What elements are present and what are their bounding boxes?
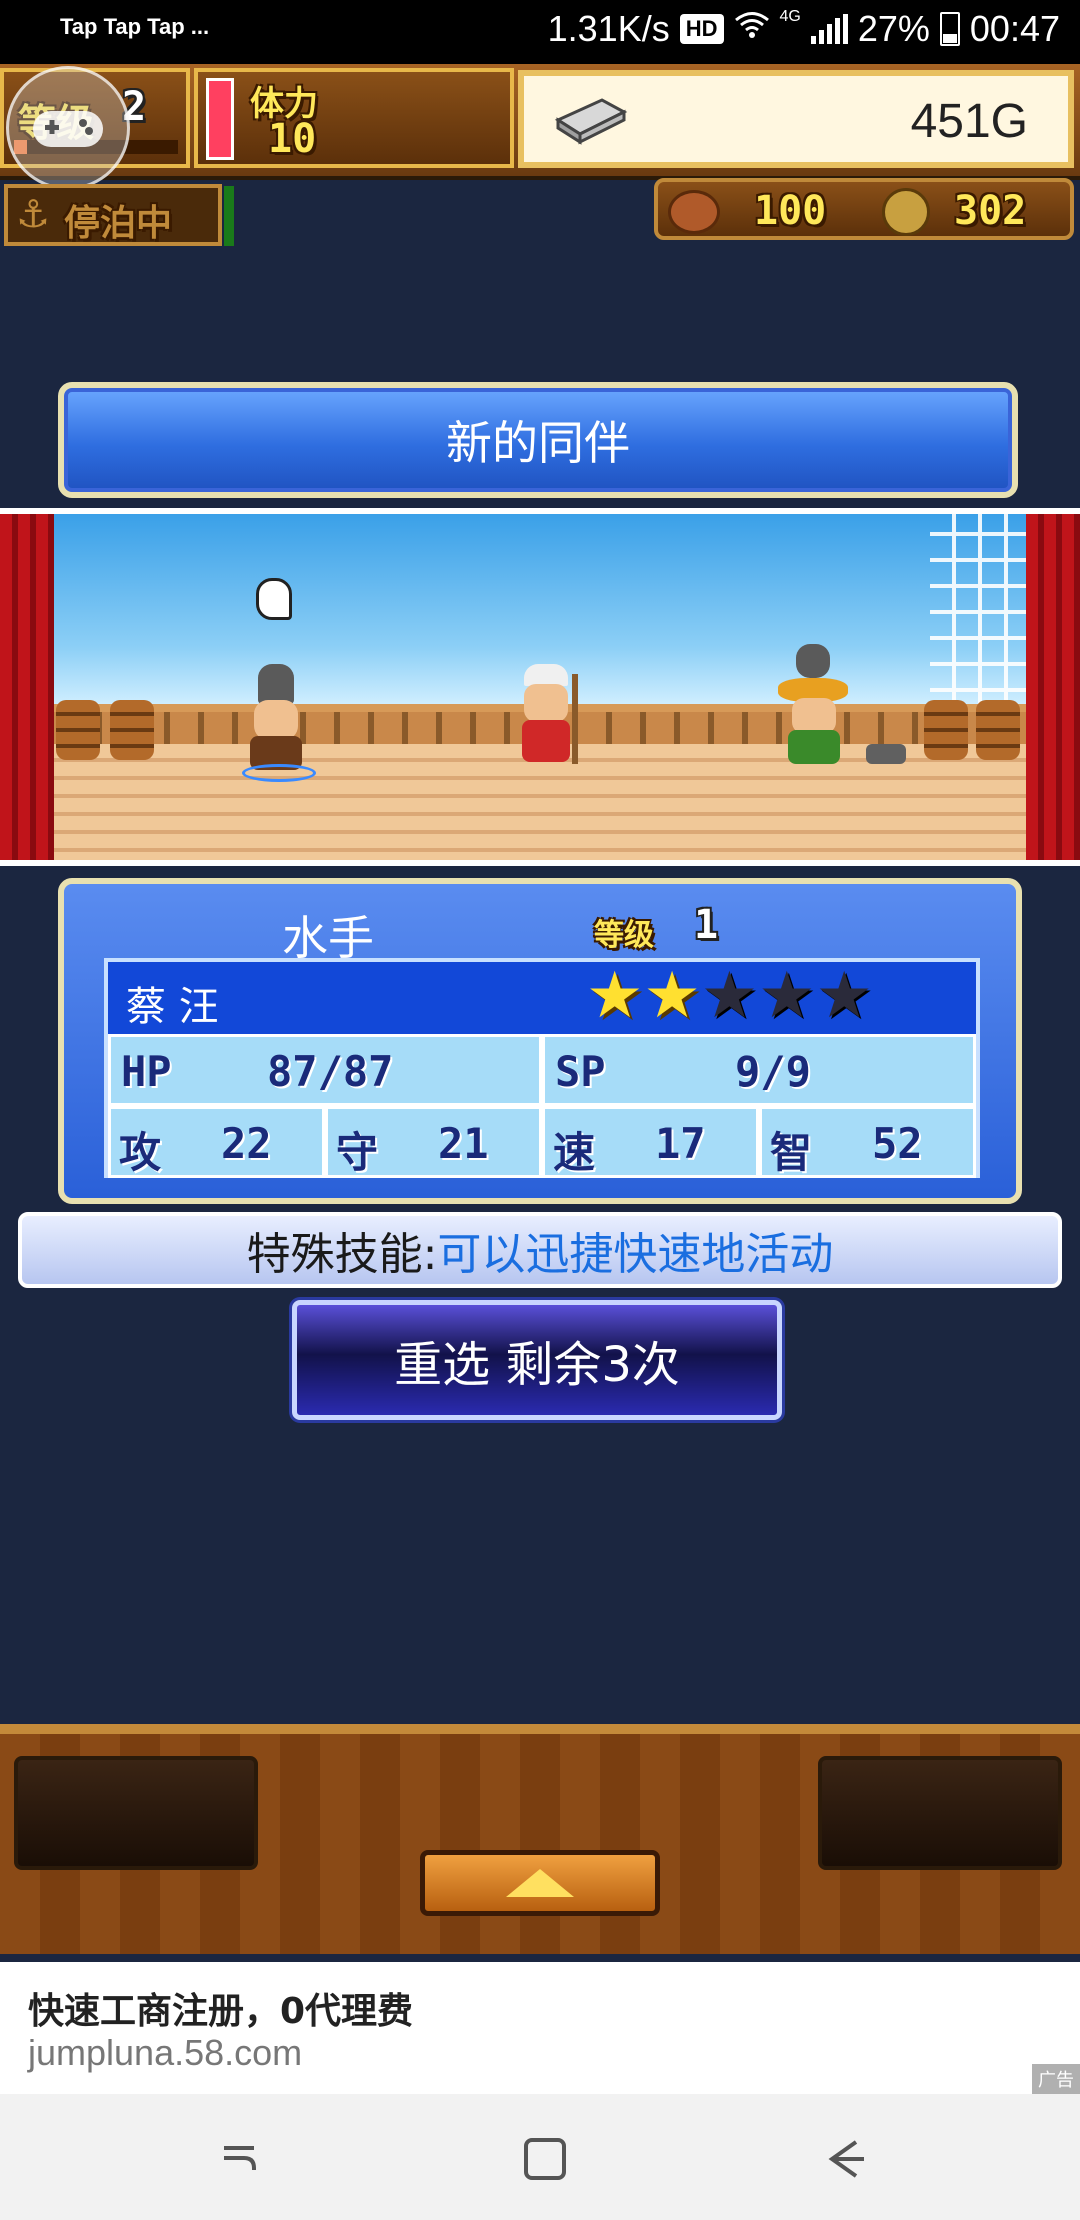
speed-cell: 速 17: [542, 1106, 759, 1178]
battery-icon: [939, 12, 960, 46]
speed-label: 速: [553, 1128, 596, 1177]
expand-menu-button[interactable]: [420, 1850, 660, 1916]
intelligence-label: 智: [770, 1128, 813, 1177]
defense-label: 守: [336, 1128, 379, 1177]
character-stat-grid: 蔡 汪 ★ ★ ★ ★ ★ HP 87/87 SP 9/9 攻 22 守 21 …: [104, 958, 980, 1178]
sailor-character-left: [236, 664, 316, 782]
anchor-status: 停泊中: [64, 203, 173, 244]
ad-url: jumpluna.58.com: [28, 2032, 303, 2073]
attack-label: 攻: [119, 1128, 162, 1177]
skill-label: 特殊技能:: [246, 1229, 438, 1280]
hp-value: 87/87: [267, 1047, 394, 1096]
character-level-label: 等级: [594, 918, 654, 953]
stamina-value: 10: [268, 116, 317, 162]
ad-title: 快速工商注册，0代理费: [28, 1991, 414, 2032]
hp-cell: HP 87/87: [108, 1034, 542, 1106]
gamepad-icon: [33, 111, 103, 147]
coin-icon: [882, 188, 930, 236]
hp-label: HP: [121, 1047, 172, 1096]
stamina-gauge: [206, 78, 234, 160]
skill-value: 可以迅捷快速地活动: [437, 1229, 834, 1280]
sp-value: 9/9: [735, 1047, 811, 1096]
battery-percent: 27%: [857, 8, 930, 49]
ad-banner[interactable]: 快速工商注册，0代理费 jumpluna.58.com 广告: [0, 1962, 1080, 2094]
intelligence-cell: 智 52: [759, 1106, 976, 1178]
left-menu-slot[interactable]: [14, 1756, 258, 1870]
gold-panel: 451G: [518, 70, 1074, 168]
character-level-value: 1: [694, 902, 719, 948]
ship-deck-scene: [0, 508, 1080, 866]
gamepad-button[interactable]: [6, 66, 130, 190]
ad-badge: 广告: [1032, 2064, 1080, 2094]
banner-title: 新的同伴: [446, 416, 630, 470]
sailor-character-center: [506, 664, 586, 774]
recent-apps-icon[interactable]: [210, 2134, 270, 2184]
status-indicators: 1.31K/s HD 4G 27% 00:47: [548, 8, 1060, 50]
curtain-left: [0, 514, 54, 860]
silver-bar-icon: [554, 98, 628, 145]
reroll-label: 重选 剩余3次: [394, 1337, 680, 1393]
network-speed: 1.31K/s: [547, 8, 670, 49]
curtain-right: [1026, 514, 1080, 860]
hd-badge: HD: [679, 14, 724, 44]
home-icon[interactable]: [514, 2134, 574, 2184]
status-bar: Tap Tap Tap ... 1.31K/s HD 4G 27% 00:47: [0, 0, 1080, 64]
speed-value: 17: [655, 1119, 706, 1168]
intelligence-value: 52: [872, 1119, 923, 1168]
special-skill-bar: 特殊技能: 可以迅捷快速地活动: [18, 1212, 1062, 1288]
star-empty-icon: ★: [815, 959, 873, 1033]
anchor-icon: ⚓: [16, 192, 51, 236]
resource-panel: 100 302: [654, 178, 1074, 240]
barrel: [110, 700, 154, 760]
star-empty-icon: ★: [758, 959, 816, 1033]
gold-amount: 451G: [910, 95, 1028, 148]
anchor-indicator: [224, 186, 234, 246]
back-icon[interactable]: [816, 2134, 876, 2184]
coin-amount: 302: [954, 188, 1027, 234]
attack-value: 22: [221, 1119, 272, 1168]
wifi-icon: [734, 11, 770, 47]
food-amount: 100: [754, 188, 827, 234]
stamina-panel: 体力 10: [194, 68, 514, 168]
defense-cell: 守 21: [325, 1106, 542, 1178]
star-empty-icon: ★: [700, 959, 759, 1033]
clock: 00:47: [969, 8, 1060, 49]
barrel: [924, 700, 968, 760]
food-icon: [668, 190, 720, 234]
new-companion-banner: 新的同伴: [58, 382, 1018, 498]
rarity-stars: ★ ★ ★ ★ ★: [586, 964, 873, 1028]
name-row: 蔡 汪 ★ ★ ★ ★ ★: [108, 962, 976, 1034]
star-filled-icon: ★: [643, 959, 701, 1033]
right-menu-slot[interactable]: [818, 1756, 1062, 1870]
system-nav-bar: [0, 2094, 1080, 2220]
character-name: 蔡 汪: [126, 984, 219, 1030]
signal-icon: [810, 14, 848, 44]
barrel: [976, 700, 1020, 760]
speech-bubble-icon: [256, 578, 296, 642]
reroll-button[interactable]: 重选 剩余3次: [292, 1300, 782, 1420]
arrow-up-icon: [506, 1869, 574, 1897]
anchor-status-panel: ⚓ 停泊中: [4, 184, 222, 246]
sp-label: SP: [555, 1047, 606, 1096]
defense-value: 21: [438, 1119, 489, 1168]
network-type: 4G: [779, 8, 801, 25]
barrel: [56, 700, 100, 760]
mast-rigging: [930, 514, 1030, 714]
sailor-character-right: [770, 644, 906, 774]
attack-cell: 攻 22: [108, 1106, 325, 1178]
status-notifications: Tap Tap Tap ...: [60, 14, 210, 39]
star-filled-icon: ★: [586, 959, 644, 1033]
sp-cell: SP 9/9: [542, 1034, 976, 1106]
